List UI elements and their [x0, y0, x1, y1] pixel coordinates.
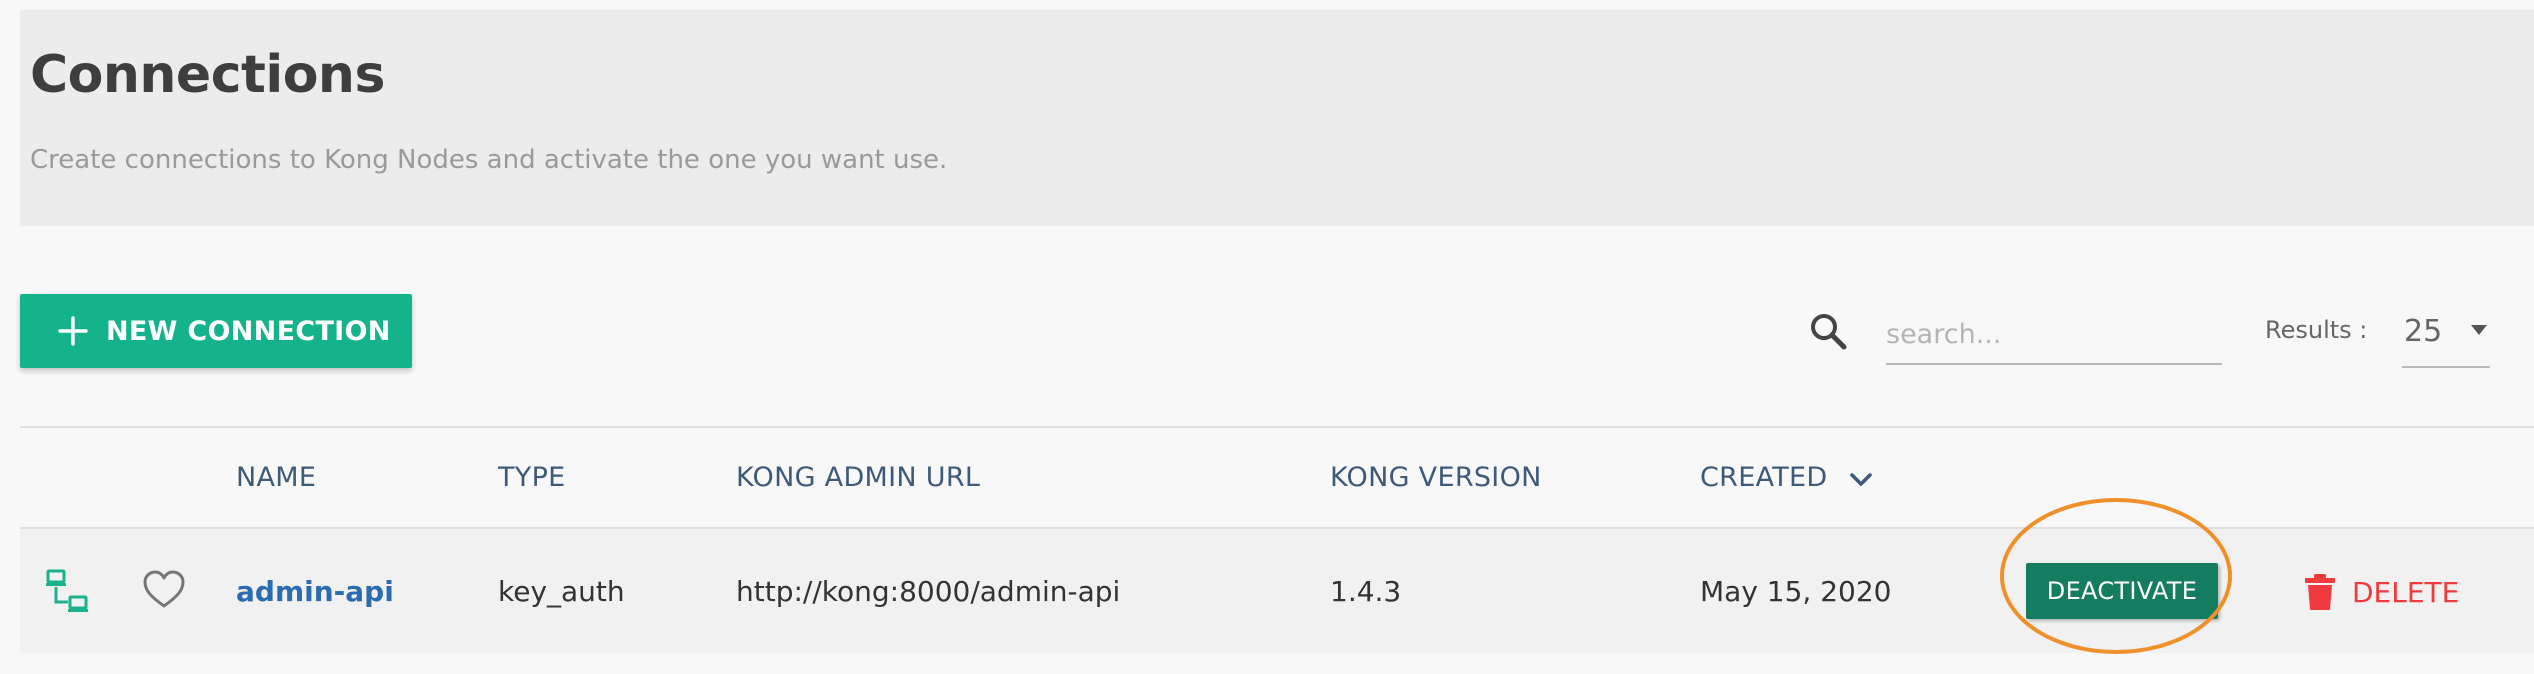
deactivate-button[interactable]: DEACTIVATE [2026, 563, 2218, 619]
dropdown-icon [2471, 325, 2487, 335]
row-created: May 15, 2020 [1700, 575, 1892, 608]
row-name-link[interactable]: admin-api [236, 575, 394, 608]
column-header-name: NAME [236, 462, 317, 493]
delete-button[interactable]: DELETE [2304, 570, 2459, 614]
column-header-kong-version: KONG VERSION [1330, 462, 1542, 493]
column-header-kong-admin-url: KONG ADMIN URL [736, 462, 981, 493]
results-per-page-select[interactable]: 25 [2402, 308, 2490, 368]
new-connection-label: NEW CONNECTION [106, 315, 391, 347]
trash-icon [2305, 574, 2335, 610]
new-connection-button[interactable]: NEW CONNECTION [20, 294, 412, 368]
column-header-created[interactable]: CREATED [1700, 462, 1828, 493]
page-title: Connections [30, 45, 385, 105]
network-connected-icon [46, 569, 88, 612]
connection-name[interactable]: admin-api [236, 575, 394, 608]
page-header [20, 10, 2534, 226]
plus-icon [58, 316, 88, 346]
row-type: key_auth [498, 575, 625, 608]
row-kong-admin-url: http://kong:8000/admin-api [736, 575, 1121, 608]
page-subtitle: Create connections to Kong Nodes and act… [30, 145, 948, 175]
row-kong-version: 1.4.3 [1330, 575, 1402, 608]
results-value: 25 [2404, 314, 2443, 349]
heart-outline-icon[interactable] [142, 570, 186, 610]
delete-label: DELETE [2352, 575, 2460, 609]
search-input[interactable] [1886, 305, 2222, 365]
column-header-type: TYPE [498, 462, 566, 493]
search-icon[interactable] [1808, 311, 1848, 351]
chevron-down-icon[interactable] [1849, 472, 1873, 488]
table-top-divider [20, 426, 2534, 428]
results-label: Results : [2265, 316, 2368, 344]
